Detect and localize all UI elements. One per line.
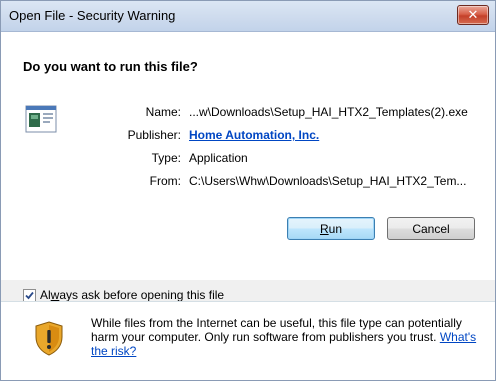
security-warning-dialog: Open File - Security Warning ✕ Do you wa… bbox=[0, 0, 496, 381]
window-title: Open File - Security Warning bbox=[9, 8, 176, 23]
risk-info-text: While files from the Internet can be use… bbox=[91, 316, 477, 358]
name-label: Name: bbox=[145, 105, 181, 119]
run-label: Run bbox=[319, 221, 343, 236]
from-value: C:\Users\Whw\Downloads\Setup_HAI_HTX2_Te… bbox=[189, 174, 467, 188]
from-label: From: bbox=[149, 174, 181, 188]
security-shield-warning-icon bbox=[35, 321, 63, 356]
close-button[interactable]: ✕ bbox=[457, 5, 489, 25]
publisher-link[interactable]: Home Automation, Inc. bbox=[189, 128, 319, 142]
type-label: Type: bbox=[151, 151, 181, 165]
title-bar[interactable]: Open File - Security Warning ✕ bbox=[1, 1, 495, 32]
type-value: Application bbox=[189, 151, 248, 165]
close-icon: ✕ bbox=[467, 7, 479, 22]
publisher-label: Publisher: bbox=[127, 128, 181, 142]
always-ask-label[interactable]: Always ask before opening this file bbox=[40, 288, 224, 302]
cancel-button[interactable]: Cancel bbox=[387, 217, 475, 240]
prompt-heading: Do you want to run this file? bbox=[23, 59, 198, 74]
checkmark-icon bbox=[25, 291, 34, 300]
risk-info-panel: While files from the Internet can be use… bbox=[1, 301, 495, 380]
cancel-label: Cancel bbox=[412, 221, 450, 236]
name-value: ...w\Downloads\Setup_HAI_HTX2_Templates(… bbox=[189, 105, 468, 119]
run-button[interactable]: Run bbox=[287, 217, 375, 240]
application-file-icon bbox=[25, 105, 57, 133]
dialog-content: Do you want to run this file? Name: ...w… bbox=[1, 32, 495, 280]
